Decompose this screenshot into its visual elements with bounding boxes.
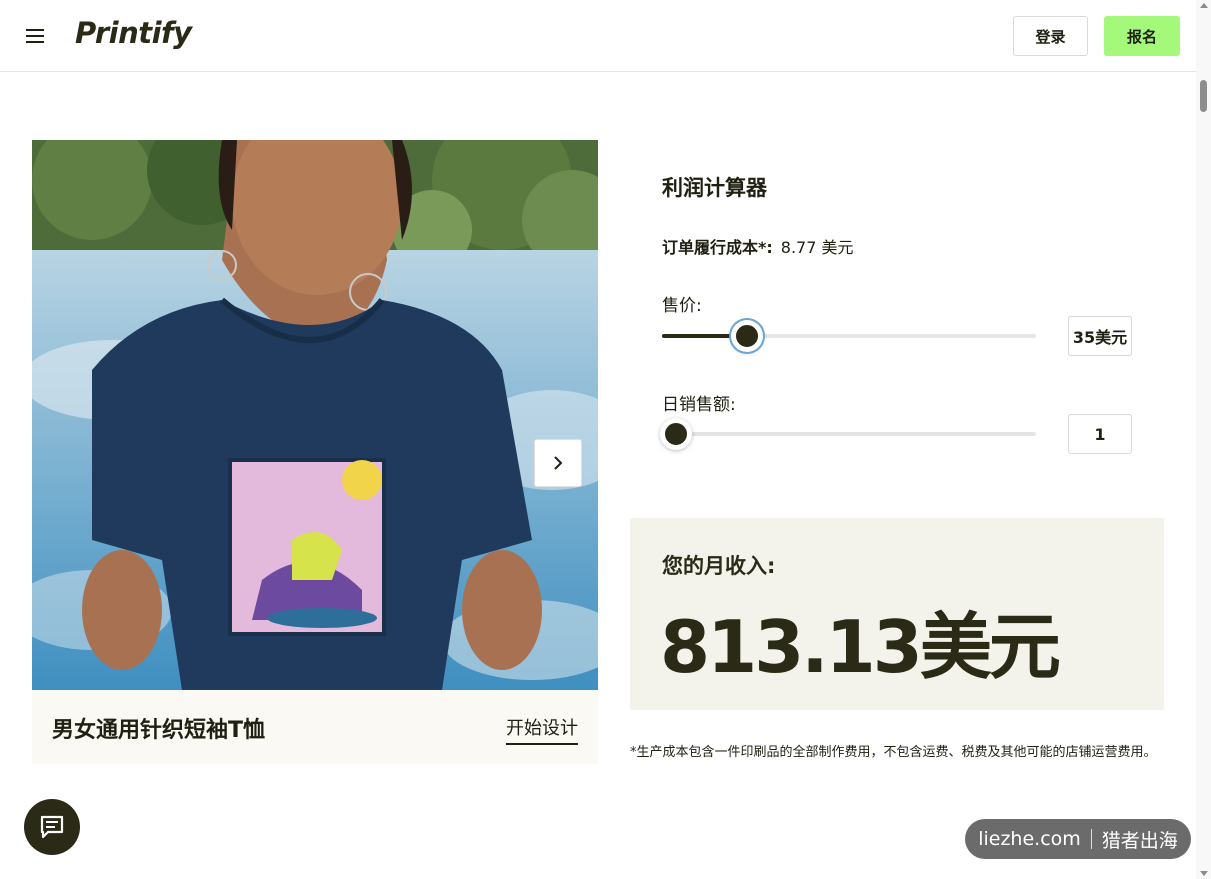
product-photo [32, 140, 598, 690]
daily-sales-slider-thumb[interactable] [660, 418, 692, 450]
monthly-income-label: 您的月收入: [662, 554, 776, 578]
price-slider-thumb[interactable] [731, 320, 763, 352]
start-design-link[interactable]: 开始设计 [506, 714, 578, 745]
scroll-up-arrow-icon[interactable] [1200, 3, 1208, 8]
fulfillment-cost-value: 8.77 美元 [780, 238, 854, 257]
fulfillment-cost-row: 订单履行成本*: 8.77 美元 [662, 234, 854, 258]
watermark-brand: 猎者出海 [1101, 829, 1178, 852]
product-card-footer: 男女通用针织短袖T恤 开始设计 [32, 690, 598, 764]
watermark: liezhe.com 猎者出海 [965, 819, 1191, 859]
hamburger-menu-icon[interactable] [22, 24, 50, 48]
watermark-separator [1090, 829, 1092, 849]
site-header: Printify 登录 报名 [0, 0, 1196, 72]
cost-footnote: *生产成本包含一件印刷品的全部制作费用，不包含运费、税费及其他可能的店铺运营费用… [630, 745, 1157, 760]
chevron-right-icon [554, 456, 563, 470]
price-slider[interactable] [662, 320, 1036, 352]
carousel-next-button[interactable] [534, 439, 582, 487]
product-name: 男女通用针织短袖T恤 [52, 718, 266, 743]
daily-sales-slider[interactable] [660, 418, 1036, 450]
login-button[interactable]: 登录 [1013, 16, 1088, 56]
fulfillment-cost-label: 订单履行成本*: [662, 238, 773, 257]
scroll-down-arrow-icon[interactable] [1200, 871, 1208, 876]
calculator-title: 利润计算器 [662, 176, 767, 200]
chat-button[interactable] [24, 799, 80, 855]
chat-bubble-icon [40, 815, 64, 839]
monthly-income-panel: 您的月收入: 813.13美元 [630, 518, 1164, 710]
price-value-input[interactable]: 35美元 [1068, 316, 1132, 356]
monthly-income-value: 813.13美元 [660, 605, 1061, 689]
printify-logo[interactable]: Printify [75, 16, 192, 50]
price-label: 售价: [662, 296, 702, 316]
scroll-thumb[interactable] [1200, 80, 1207, 112]
price-slider-fill [662, 334, 733, 338]
daily-sales-value-input[interactable]: 1 [1068, 414, 1132, 454]
page-scrollbar[interactable] [1196, 0, 1211, 879]
watermark-site: liezhe.com [978, 828, 1081, 850]
daily-sales-label: 日销售额: [662, 395, 736, 415]
signup-button[interactable]: 报名 [1104, 16, 1180, 56]
